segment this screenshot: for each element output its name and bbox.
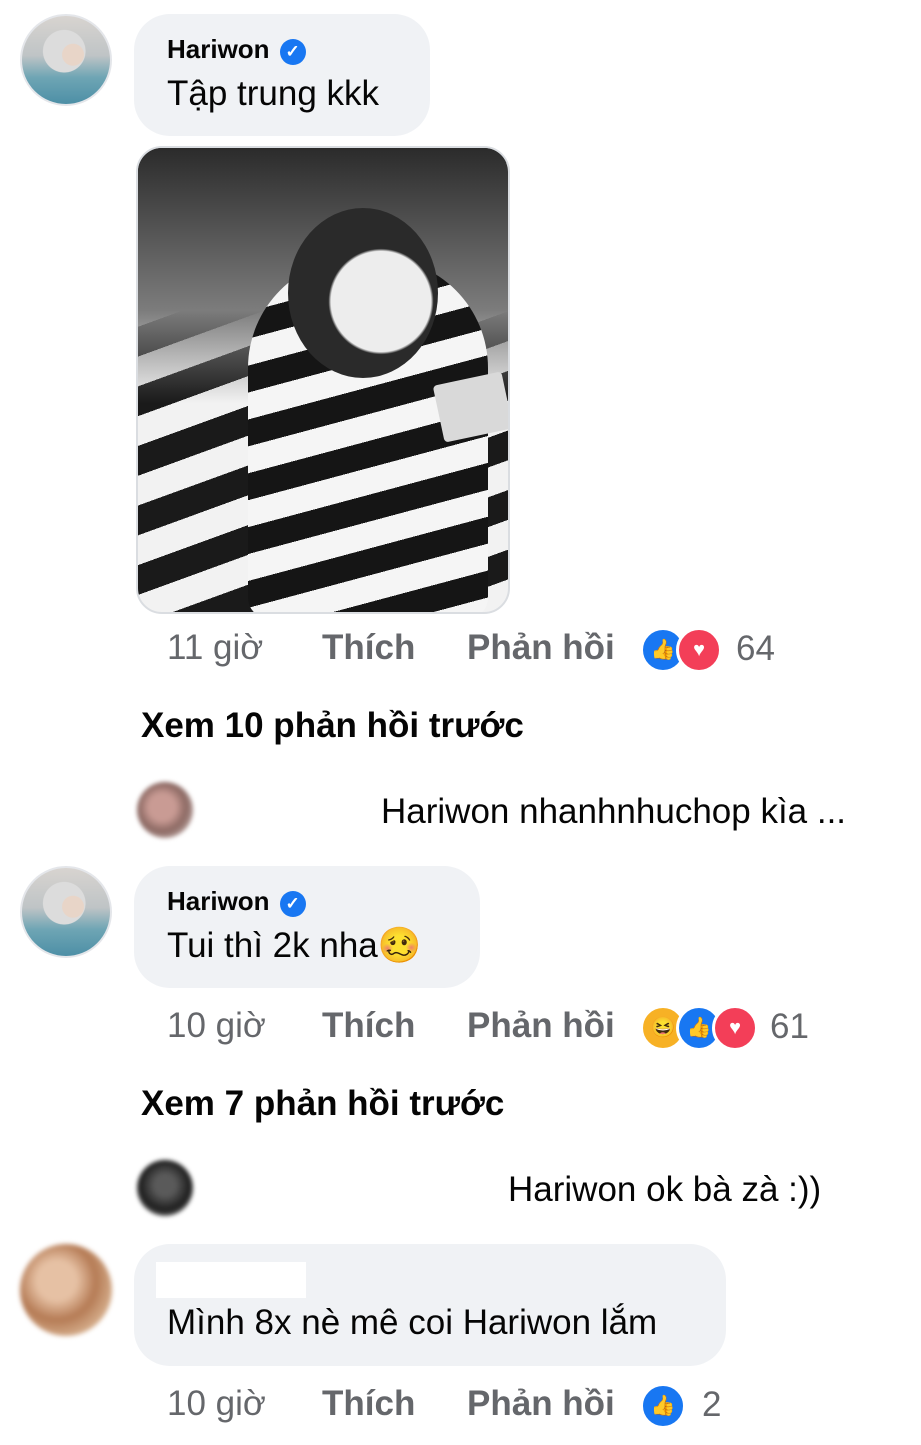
avatar[interactable] [20, 866, 112, 958]
comment-author[interactable]: Hariwon ✓ [167, 886, 306, 917]
reaction-summary[interactable]: 👍 2 [640, 1383, 740, 1431]
comment-bubble: Hariwon ✓ Tập trung kkk [134, 14, 430, 136]
love-reaction-icon: ♥ [676, 627, 722, 673]
like-reaction-icon: 👍 [640, 1383, 686, 1429]
comment-bubble: Hariwon ✓ Tui thì 2k nha🥴 [134, 866, 480, 988]
verified-check-icon: ✓ [279, 891, 306, 917]
comment-text: Tập trung kkk [167, 74, 380, 113]
avatar[interactable] [137, 1160, 193, 1216]
reaction-summary[interactable]: 👍 ♥ 64 [640, 627, 790, 675]
reply-button[interactable]: Phản hồi [467, 1384, 615, 1424]
reaction-summary[interactable]: 😆 👍 ♥ 61 [640, 1005, 820, 1053]
view-previous-replies[interactable]: Xem 10 phản hồi trước [141, 706, 524, 746]
reply-button[interactable]: Phản hồi [467, 628, 615, 668]
comment-photo[interactable] [136, 146, 510, 614]
like-button[interactable]: Thích [322, 628, 415, 668]
redacted-author-name [156, 1262, 306, 1298]
comment-text: Tui thì 2k nha🥴 [167, 926, 422, 965]
reply-button[interactable]: Phản hồi [467, 1006, 615, 1046]
reply-preview[interactable]: Hariwon nhanhnhuchop kìa ... [381, 792, 846, 832]
like-button[interactable]: Thích [322, 1384, 415, 1424]
comment-text: Mình 8x nè mê coi Hariwon lắm [167, 1303, 658, 1342]
author-name[interactable]: Hariwon [167, 886, 270, 916]
photo-head [288, 208, 438, 378]
avatar[interactable] [20, 1244, 112, 1336]
comment-time[interactable]: 11 giờ [167, 628, 263, 668]
like-button[interactable]: Thích [322, 1006, 415, 1046]
comment-time[interactable]: 10 giờ [167, 1006, 266, 1046]
author-name[interactable]: Hariwon [167, 34, 270, 64]
love-reaction-icon: ♥ [712, 1005, 758, 1051]
comment-author[interactable]: Hariwon ✓ [167, 34, 306, 65]
avatar[interactable] [20, 14, 112, 106]
verified-check-icon: ✓ [279, 39, 306, 65]
avatar[interactable] [137, 782, 193, 838]
reaction-count: 61 [770, 1007, 809, 1046]
reaction-count: 64 [736, 629, 775, 668]
comment-bubble: Mình 8x nè mê coi Hariwon lắm [134, 1244, 726, 1366]
view-previous-replies[interactable]: Xem 7 phản hồi trước [141, 1084, 504, 1124]
comment-time[interactable]: 10 giờ [167, 1384, 266, 1424]
reaction-count: 2 [702, 1385, 722, 1424]
reply-preview[interactable]: Hariwon ok bà zà :)) [508, 1170, 821, 1210]
